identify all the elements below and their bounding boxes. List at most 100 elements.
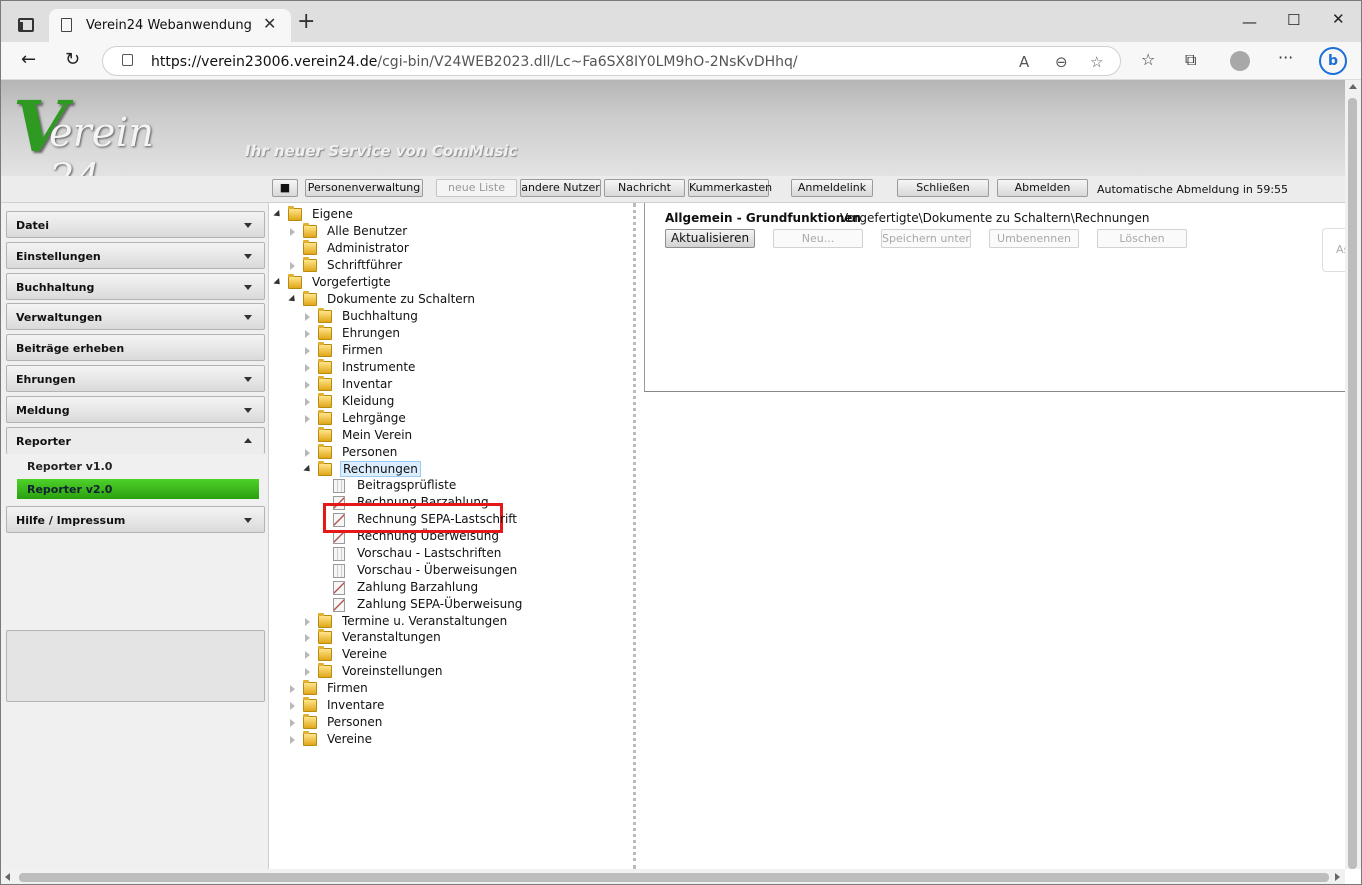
report-document-icon [333,598,345,612]
horizontal-scroll-thumb[interactable] [19,873,1329,882]
collapsed-icon[interactable] [290,228,295,236]
anmeldelink-button[interactable]: Anmeldelink [791,179,873,197]
maximize-icon[interactable]: ☐ [1287,11,1300,29]
folder-icon [318,376,332,391]
collapsed-icon[interactable] [305,330,310,338]
expanded-icon[interactable] [273,209,283,220]
folder-icon [318,663,332,678]
close-window-icon[interactable]: ✕ [1332,10,1345,28]
collapsed-icon[interactable] [305,668,310,676]
nachricht-button[interactable]: Nachricht [604,179,685,197]
menu-datei[interactable]: Datei [6,211,265,238]
collapsed-icon[interactable] [305,347,310,355]
folder-icon [303,714,317,729]
chevron-down-icon [244,254,252,259]
collapsed-icon[interactable] [290,685,295,693]
bing-icon[interactable]: b [1319,47,1347,75]
horizontal-scrollbar[interactable] [1,869,1345,884]
kummerkasten-button[interactable]: Kummerkasten [688,179,772,197]
profile-avatar[interactable] [1230,51,1250,71]
scroll-right-icon[interactable] [1335,873,1340,881]
collections-icon[interactable]: ⧉ [1185,50,1196,70]
folder-icon [303,291,317,306]
collapsed-icon[interactable] [290,736,295,744]
scroll-left-icon[interactable] [5,873,10,881]
collapsed-icon[interactable] [305,398,310,406]
more-options-icon[interactable]: ··· [1278,48,1293,67]
close-tab-icon[interactable]: ✕ [263,14,276,33]
folder-icon [318,359,332,374]
aktualisieren-button[interactable]: Aktualisieren [665,229,755,248]
menu-hilfe[interactable]: Hilfe / Impressum [6,506,265,533]
loeschen-button[interactable]: Löschen [1097,229,1187,248]
collapsed-icon[interactable] [305,449,310,457]
menu-reporter-v2[interactable]: Reporter v2.0 [17,479,259,499]
folder-icon [318,629,332,644]
collapsed-icon[interactable] [305,381,310,389]
toggle-panel-button[interactable]: ■ [272,179,298,197]
zoom-out-icon[interactable]: ⊖ [1055,53,1068,71]
menu-verwaltungen[interactable]: Verwaltungen [6,303,265,330]
chevron-down-icon [244,223,252,228]
menu-beitraege[interactable]: Beiträge erheben [6,334,265,361]
report-document-icon [333,513,345,527]
schliessen-button[interactable]: Schließen [897,179,989,197]
menu-buchhaltung[interactable]: Buchhaltung [6,273,265,300]
list-document-icon [333,479,345,493]
tab-title: Verein24 Webanwendung [86,18,252,33]
collapsed-icon[interactable] [305,618,310,626]
back-icon[interactable]: ← [21,49,36,70]
umbenennen-button[interactable]: Umbenennen [989,229,1079,248]
folder-icon [318,308,332,323]
menu-ehrungen[interactable]: Ehrungen [6,365,265,392]
scroll-up-icon[interactable] [1349,84,1357,89]
refresh-icon[interactable]: ↻ [65,49,80,70]
browser-window: Verein24 Webanwendung ✕ + — ☐ ✕ ← ↻ http… [0,0,1362,885]
browser-tab[interactable]: Verein24 Webanwendung ✕ [49,9,291,42]
tab-bar: Verein24 Webanwendung ✕ + — ☐ ✕ [1,1,1361,42]
new-tab-icon[interactable]: + [297,11,315,33]
folder-icon [318,393,332,408]
andere-nutzer-button[interactable]: andere Nutzer [520,179,601,197]
menu-reporter-v1[interactable]: Reporter v1.0 [17,456,259,476]
address-bar[interactable]: https://verein23006.verein24.de/cgi-bin/… [102,46,1121,76]
menu-einstellungen[interactable]: Einstellungen [6,242,265,269]
collapsed-icon[interactable] [290,262,295,270]
folder-icon [318,427,332,442]
favorites-icon[interactable]: ☆ [1141,50,1155,69]
folder-icon [318,613,332,628]
expanded-icon[interactable] [273,277,283,288]
abmelden-button[interactable]: Abmelden [997,179,1088,197]
menu-reporter[interactable]: Reporter [6,427,265,454]
collapsed-icon[interactable] [290,702,295,710]
neue-liste-button[interactable]: neue Liste [436,179,517,197]
collapsed-icon[interactable] [305,364,310,372]
minimize-icon[interactable]: — [1242,13,1257,31]
speichern-unter-button[interactable]: Speichern unter [881,229,971,248]
menu-meldung[interactable]: Meldung [6,396,265,423]
expanded-icon[interactable] [303,464,313,475]
collapsed-icon[interactable] [305,415,310,423]
personenverwaltung-button[interactable]: Personenverwaltung [305,179,423,197]
address-bar-row: ← ↻ https://verein23006.verein24.de/cgi-… [1,42,1361,80]
collapsed-icon[interactable] [305,634,310,642]
add-favorite-icon[interactable]: ☆ [1090,53,1103,71]
tab-actions-icon[interactable] [18,18,34,32]
auto-logout-timer: Automatische Abmeldung in 59:55 [1097,183,1289,196]
vertical-scroll-thumb[interactable] [1348,98,1357,869]
read-aloud-icon[interactable]: A [1019,53,1029,71]
neu-button[interactable]: Neu... [773,229,863,248]
collapsed-icon[interactable] [290,719,295,727]
folder-icon [318,646,332,661]
folder-icon [318,325,332,340]
url-text[interactable]: https://verein23006.verein24.de/cgi-bin/… [151,54,798,70]
expanded-icon[interactable] [288,294,298,305]
folder-icon [318,461,332,476]
vertical-scrollbar[interactable] [1345,80,1361,869]
lock-icon[interactable] [122,54,133,66]
collapsed-icon[interactable] [305,651,310,659]
verein24-logo: V erein 24 [9,88,209,203]
list-document-icon [333,547,345,561]
collapsed-icon[interactable] [305,313,310,321]
panel-title: Allgemein - Grundfunktionen [665,211,861,225]
